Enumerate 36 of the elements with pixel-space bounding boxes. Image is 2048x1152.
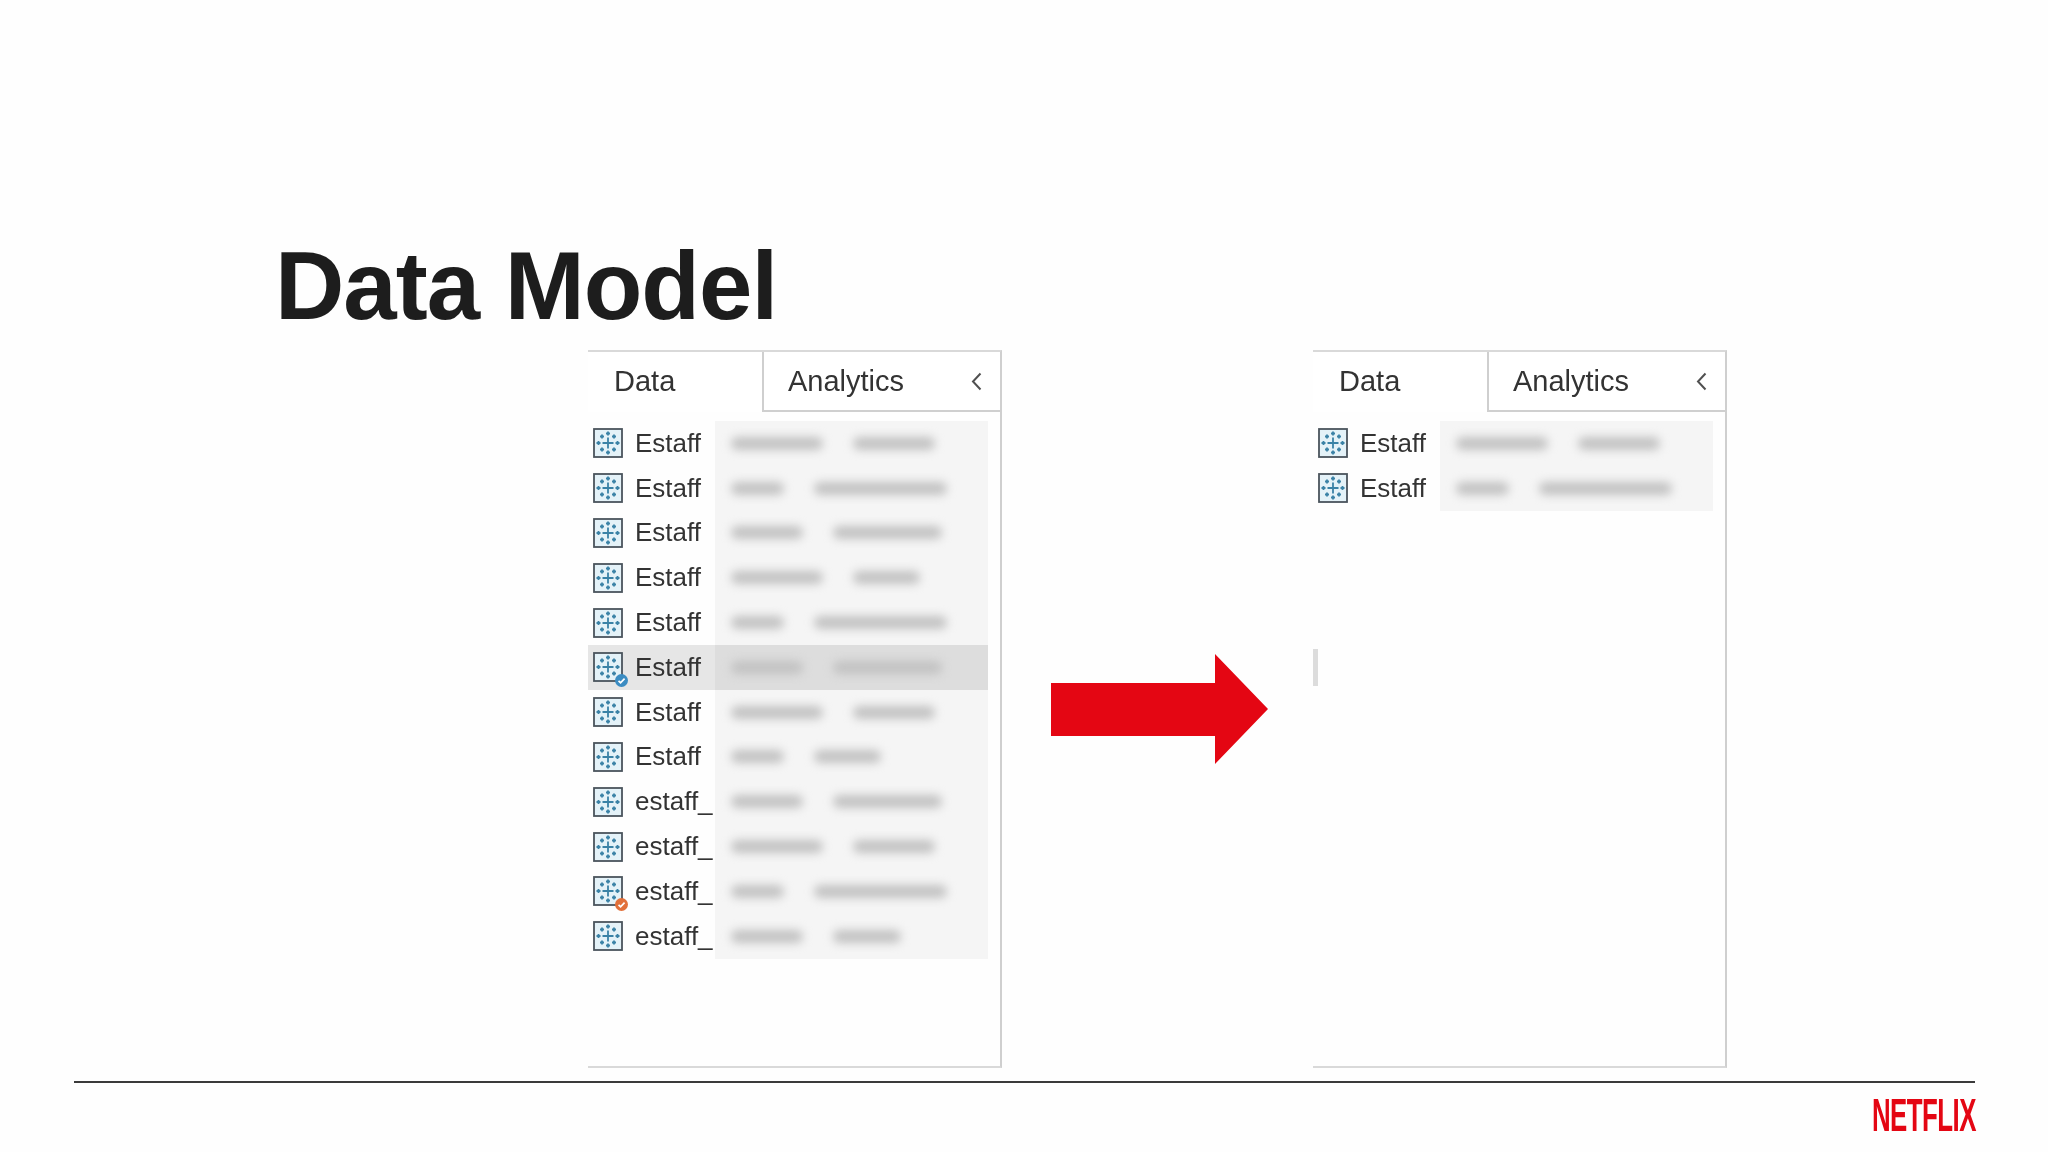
list-item[interactable]: estaff_: [588, 779, 988, 825]
chevron-left-icon: [970, 371, 982, 391]
list-item[interactable]: Estaff: [588, 600, 988, 645]
data-source-icon: [593, 518, 623, 548]
brand-logo: NETFLIX: [1872, 1091, 1976, 1138]
tab[interactable]: Analytics: [762, 352, 952, 412]
right-arrow-icon: [1051, 654, 1268, 764]
list-item[interactable]: Estaff: [588, 734, 988, 780]
data-source-icon: [1318, 473, 1348, 504]
data-source-icon: [1318, 428, 1348, 459]
data-source-icon: [593, 562, 623, 593]
list-item[interactable]: Estaff: [1313, 465, 1713, 511]
list-item[interactable]: estaff_: [588, 824, 988, 869]
list-item[interactable]: estaff_: [588, 868, 988, 914]
chevron-left-icon: [1695, 371, 1707, 391]
scroll-thumb[interactable]: [1313, 649, 1318, 686]
list-item[interactable]: Estaff: [588, 421, 988, 466]
list-item[interactable]: Estaff: [588, 465, 988, 511]
data-source-icon: [593, 786, 623, 817]
data-source-icon: [593, 741, 623, 772]
data-source-icon: [593, 697, 623, 728]
tab[interactable]: Analytics: [1487, 352, 1677, 412]
slide-title: Data Model: [275, 236, 778, 336]
list-item[interactable]: Estaff: [588, 510, 988, 556]
list-item[interactable]: Estaff: [1313, 421, 1713, 466]
data-source-icon: [593, 652, 623, 683]
data-source-icon: [593, 607, 623, 638]
list-item[interactable]: estaff_: [588, 913, 988, 959]
data-source-icon: [593, 876, 623, 907]
list-item[interactable]: Estaff: [588, 555, 988, 601]
data-source-icon: [593, 921, 623, 952]
data-source-icon: [593, 428, 623, 459]
list-item[interactable]: Estaff: [588, 689, 988, 735]
data-source-icon: [593, 473, 623, 504]
list-item[interactable]: Estaff: [588, 645, 988, 690]
data-source-icon: [593, 831, 623, 862]
